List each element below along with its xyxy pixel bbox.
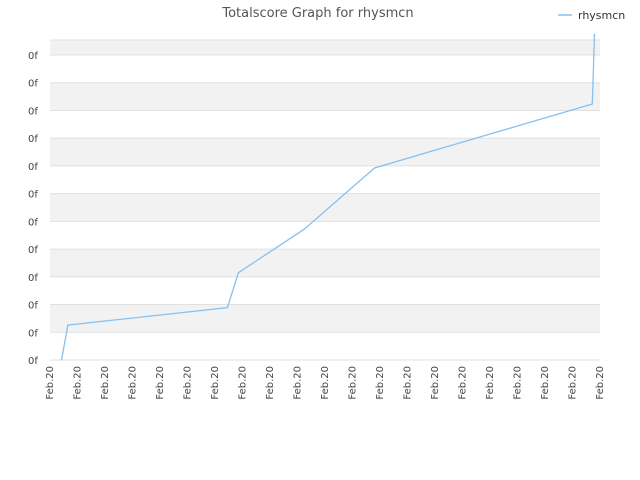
y-tick-label: 0f bbox=[28, 217, 38, 228]
x-tick-label: Feb.20 bbox=[403, 366, 414, 400]
plot-band bbox=[50, 40, 600, 55]
x-tick-label: Feb.20 bbox=[128, 366, 139, 400]
legend-label: rhysmcn bbox=[578, 9, 625, 22]
x-tick-label: Feb.20 bbox=[210, 366, 221, 400]
x-tick-label: Feb.20 bbox=[320, 366, 331, 400]
x-tick-label: Feb.20 bbox=[348, 366, 359, 400]
x-tick-label: Feb.20 bbox=[540, 366, 551, 400]
line-chart: 0f0f0f0f0f0f0f0f0f0f0f0f Feb.20 Feb.20 Feb… bbox=[28, 6, 625, 400]
y-tick-label: 0f bbox=[28, 301, 38, 312]
plot-band bbox=[50, 332, 600, 360]
data-point bbox=[373, 167, 376, 169]
plot-band bbox=[50, 193, 600, 222]
plot-band bbox=[50, 276, 600, 305]
x-tick-label: Feb.20 bbox=[485, 366, 496, 400]
y-tick-label: 0f bbox=[28, 245, 38, 256]
x-tick-label: Feb.20 bbox=[238, 366, 249, 400]
data-point bbox=[60, 359, 63, 361]
data-point bbox=[237, 272, 239, 274]
y-tick-label: 0f bbox=[28, 356, 38, 367]
x-tick-label: Feb.20 bbox=[73, 366, 84, 400]
x-tick-label: Feb.20 bbox=[375, 366, 386, 400]
plot-band bbox=[50, 221, 600, 250]
plot-band bbox=[50, 110, 600, 139]
data-point bbox=[303, 228, 305, 230]
x-tick-label: Feb.20 bbox=[100, 366, 111, 400]
x-tick-label: Feb.20 bbox=[45, 366, 56, 400]
y-tick-label: 0f bbox=[28, 51, 38, 62]
chart-root: 0f 0f 0f 0f 0f 0f 0f 0f 0f 0f 0f 0f Feb.20 Feb.20 Feb… bbox=[0, 0, 640, 480]
x-axis-ticks: Feb.20 Feb.20 Feb.20 Feb.20 Feb.20 Feb.20 Feb.… bbox=[45, 366, 606, 400]
y-axis-ticks: 0f 0f 0f 0f 0f 0f 0f 0f 0f 0f 0f 0f bbox=[28, 51, 38, 367]
y-tick-label: 0f bbox=[28, 162, 38, 173]
plot-background-bands bbox=[50, 40, 600, 360]
chart-title: Totalscore Graph for rhysmcn bbox=[221, 6, 413, 21]
x-tick-label: Feb.20 bbox=[183, 366, 194, 400]
plot-band bbox=[50, 82, 600, 111]
plot-band bbox=[50, 249, 600, 277]
y-tick-label: 0f bbox=[28, 79, 38, 90]
x-tick-label: Feb.20 bbox=[155, 366, 166, 400]
x-tick-label: Feb.20 bbox=[513, 366, 524, 400]
data-point bbox=[226, 307, 228, 309]
data-point bbox=[593, 33, 596, 35]
y-tick-label: 0f bbox=[28, 106, 38, 117]
x-tick-label: Feb.20 bbox=[430, 366, 441, 400]
y-tick-label: 0f bbox=[28, 190, 38, 201]
x-tick-label: Feb.20 bbox=[293, 366, 304, 400]
x-tick-label: Feb.20 bbox=[568, 366, 579, 400]
y-tick-label: 0f bbox=[28, 134, 38, 145]
x-tick-label: Feb.20 bbox=[595, 366, 606, 400]
y-tick-label: 0f bbox=[28, 273, 38, 284]
plot-band bbox=[50, 138, 600, 166]
data-point bbox=[67, 324, 69, 326]
plot-band bbox=[50, 55, 600, 83]
plot-band bbox=[50, 165, 600, 194]
x-tick-label: Feb.20 bbox=[265, 366, 276, 400]
data-point bbox=[591, 103, 593, 105]
y-tick-label: 0f bbox=[28, 328, 38, 339]
x-tick-label: Feb.20 bbox=[458, 366, 469, 400]
legend: rhysmcn bbox=[558, 9, 625, 22]
